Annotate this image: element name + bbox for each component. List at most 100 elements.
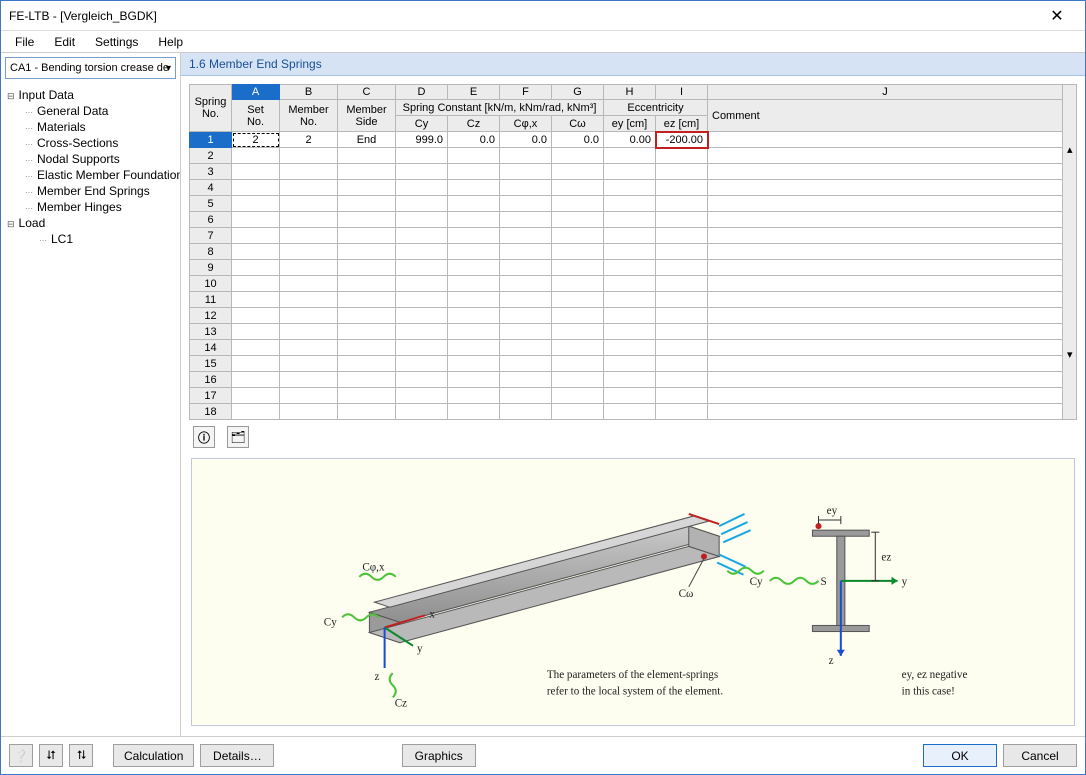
next-page-icon[interactable]: ⮁	[69, 744, 93, 767]
head-ez: ez [cm]	[656, 116, 708, 132]
library-icon[interactable]: 🗂	[227, 426, 249, 448]
svg-text:Cz: Cz	[395, 698, 407, 710]
tree-input-data[interactable]: Input Data	[5, 87, 176, 103]
head-eccentricity: Eccentricity	[604, 100, 708, 116]
svg-text:in this case!: in this case!	[902, 685, 955, 697]
cell-cphix[interactable]: 0.0	[500, 132, 552, 148]
col-a[interactable]: A	[232, 85, 280, 100]
col-d[interactable]: D	[396, 85, 448, 100]
cell-member-no[interactable]: 2	[280, 132, 338, 148]
table-row[interactable]: 13	[190, 324, 1077, 340]
left-panel: CA1 - Bending torsion crease de Input Da…	[1, 53, 181, 736]
panel-title: 1.6 Member End Springs	[181, 53, 1085, 76]
menu-settings[interactable]: Settings	[87, 33, 146, 51]
col-b[interactable]: B	[280, 85, 338, 100]
table-row[interactable]: 5	[190, 196, 1077, 212]
tree-nodal-supports[interactable]: Nodal Supports	[5, 151, 176, 167]
col-j[interactable]: J	[708, 85, 1063, 100]
svg-text:Cy: Cy	[324, 616, 337, 628]
graphics-button[interactable]: Graphics	[402, 744, 476, 767]
table-row[interactable]: 15	[190, 356, 1077, 372]
svg-text:Cφ,x: Cφ,x	[362, 562, 385, 574]
table-row[interactable]: 11	[190, 292, 1077, 308]
svg-text:The parameters of the element-: The parameters of the element-springs	[547, 669, 718, 681]
calculation-button[interactable]: Calculation	[113, 744, 194, 767]
head-ey: ey [cm]	[604, 116, 656, 132]
case-combo-value: CA1 - Bending torsion crease de	[10, 62, 169, 74]
table-row[interactable]: 18	[190, 404, 1077, 420]
tree-member-hinges[interactable]: Member Hinges	[5, 199, 176, 215]
help-icon[interactable]: ❔	[9, 744, 33, 767]
tree-member-end-springs[interactable]: Member End Springs	[5, 183, 176, 199]
col-e[interactable]: E	[448, 85, 500, 100]
cancel-button[interactable]: Cancel	[1003, 744, 1077, 767]
col-h[interactable]: H	[604, 85, 656, 100]
tree-cross-sections[interactable]: Cross-Sections	[5, 135, 176, 151]
head-cz: Cz	[448, 116, 500, 132]
grid-toolbar: ⓘ 🗂	[181, 422, 1085, 452]
case-combo[interactable]: CA1 - Bending torsion crease de	[5, 57, 176, 79]
table-row[interactable]: 1 2 2 End 999.0 0.0 0.0 0.0 0.00 -200.00	[190, 132, 1077, 148]
cell-cy[interactable]: 999.0	[396, 132, 448, 148]
cell-ez[interactable]: -200.00	[656, 132, 708, 148]
tree-materials[interactable]: Materials	[5, 119, 176, 135]
right-panel: 1.6 Member End Springs Spring No. A B C	[181, 53, 1085, 736]
prev-page-icon[interactable]: ⮃	[39, 744, 63, 767]
table-row[interactable]: 12	[190, 308, 1077, 324]
head-cw: Cω	[552, 116, 604, 132]
svg-text:Cy: Cy	[750, 576, 763, 588]
table-row[interactable]: 16	[190, 372, 1077, 388]
cell-cz[interactable]: 0.0	[448, 132, 500, 148]
grid-scrollbar[interactable]: ▴▾	[1063, 85, 1077, 420]
table-row[interactable]: 10	[190, 276, 1077, 292]
table-row[interactable]: 9	[190, 260, 1077, 276]
cell-set-no[interactable]: 2	[232, 132, 280, 148]
titlebar: FE-LTB - [Vergleich_BGDK] ✕	[1, 1, 1085, 31]
tree-lc1[interactable]: LC1	[5, 231, 176, 247]
head-member-side: Member Side	[338, 100, 396, 132]
col-i[interactable]: I	[656, 85, 708, 100]
cell-member-side[interactable]: End	[338, 132, 396, 148]
tree-general-data[interactable]: General Data	[5, 103, 176, 119]
ok-button[interactable]: OK	[923, 744, 997, 767]
head-cy: Cy	[396, 116, 448, 132]
row-num-1[interactable]: 1	[190, 132, 232, 148]
head-cphix: Cφ,x	[500, 116, 552, 132]
nav-tree: Input Data General Data Materials Cross-…	[1, 83, 180, 736]
table-row[interactable]: 8	[190, 244, 1077, 260]
menu-file[interactable]: File	[7, 33, 42, 51]
svg-text:Cω: Cω	[679, 588, 694, 600]
col-f[interactable]: F	[500, 85, 552, 100]
close-icon[interactable]: ✕	[1037, 6, 1077, 26]
tree-elastic-member-foundations[interactable]: Elastic Member Foundations	[5, 167, 176, 183]
svg-text:refer to the local system of t: refer to the local system of the element…	[547, 685, 724, 697]
details-button[interactable]: Details…	[200, 744, 274, 767]
table-row[interactable]: 3	[190, 164, 1077, 180]
svg-text:S: S	[821, 576, 827, 588]
svg-text:z: z	[829, 655, 834, 667]
svg-text:z: z	[374, 671, 379, 683]
table-row[interactable]: 14	[190, 340, 1077, 356]
menu-edit[interactable]: Edit	[46, 33, 83, 51]
col-g[interactable]: G	[552, 85, 604, 100]
col-c[interactable]: C	[338, 85, 396, 100]
info-icon[interactable]: ⓘ	[193, 426, 215, 448]
table-row[interactable]: 4	[190, 180, 1077, 196]
table-row[interactable]: 6	[190, 212, 1077, 228]
table-row[interactable]: 7	[190, 228, 1077, 244]
menubar: File Edit Settings Help	[1, 31, 1085, 53]
table-row[interactable]: 2	[190, 148, 1077, 164]
cell-cw[interactable]: 0.0	[552, 132, 604, 148]
head-spring-no: Spring No.	[190, 85, 232, 132]
data-grid[interactable]: Spring No. A B C D E F G H I J ▴▾	[189, 84, 1077, 420]
diagram-svg: x y z Cy Cz Cφ,x	[192, 459, 1074, 725]
tree-load[interactable]: Load	[5, 215, 176, 231]
cell-comment[interactable]	[708, 132, 1063, 148]
app-window: FE-LTB - [Vergleich_BGDK] ✕ File Edit Se…	[0, 0, 1086, 775]
head-spring-const: Spring Constant [kN/m, kNm/rad, kNm³]	[396, 100, 604, 116]
cell-ey[interactable]: 0.00	[604, 132, 656, 148]
svg-text:ey, ez negative: ey, ez negative	[902, 669, 968, 681]
menu-help[interactable]: Help	[150, 33, 191, 51]
table-row[interactable]: 17	[190, 388, 1077, 404]
content: CA1 - Bending torsion crease de Input Da…	[1, 53, 1085, 736]
